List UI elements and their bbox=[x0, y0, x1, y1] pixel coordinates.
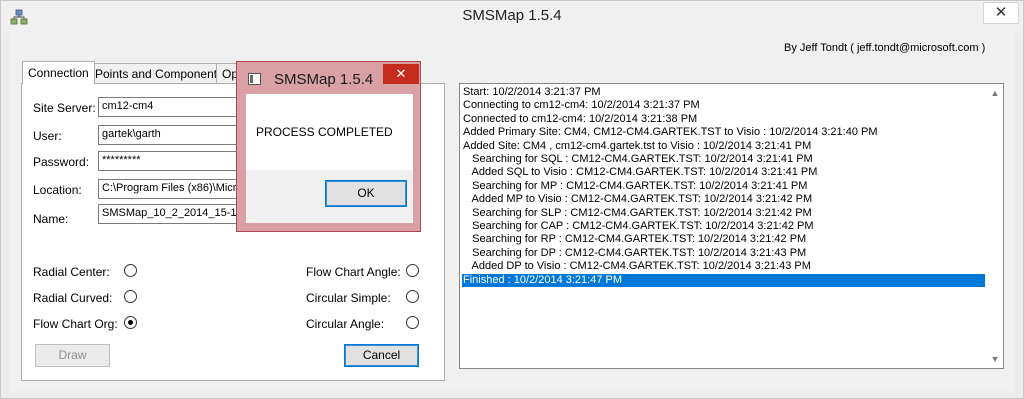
cancel-button[interactable]: Cancel bbox=[344, 344, 419, 367]
dialog-message: PROCESS COMPLETED bbox=[256, 125, 393, 139]
site-server-label: Site Server: bbox=[33, 101, 96, 115]
log-line[interactable]: Start: 10/2/2014 3:21:37 PM bbox=[462, 86, 985, 99]
author-byline: By Jeff Tondt ( jeff.tondt@microsoft.com… bbox=[784, 42, 986, 54]
flow-chart-angle-label: Flow Chart Angle: bbox=[306, 265, 401, 279]
radial-center-radio[interactable] bbox=[124, 264, 137, 277]
tab-label: Connection bbox=[28, 66, 89, 80]
circular-simple-label: Circular Simple: bbox=[306, 291, 391, 305]
close-icon: ✕ bbox=[994, 4, 1008, 21]
radial-curved-label: Radial Curved: bbox=[33, 291, 113, 305]
log-line[interactable]: Added SQL to Visio : CM12-CM4.GARTEK.TST… bbox=[462, 166, 985, 179]
log-line[interactable]: Searching for MP : CM12-CM4.GARTEK.TST: … bbox=[462, 180, 985, 193]
process-completed-dialog: SMSMap 1.5.4 ✕ PROCESS COMPLETED OK bbox=[236, 61, 421, 232]
flow-chart-org-label: Flow Chart Org: bbox=[33, 317, 118, 331]
log-line[interactable]: Searching for SQL : CM12-CM4.GARTEK.TST:… bbox=[462, 153, 985, 166]
log-line[interactable]: Added DP to Visio : CM12-CM4.GARTEK.TST:… bbox=[462, 260, 985, 273]
log-line[interactable]: Added Site: CM4 , cm12-cm4.gartek.tst to… bbox=[462, 140, 985, 153]
user-input[interactable]: gartek\garth bbox=[98, 125, 248, 145]
draw-button[interactable]: Draw bbox=[35, 344, 110, 367]
log-listbox[interactable]: Start: 10/2/2014 3:21:37 PM Connecting to… bbox=[459, 83, 1004, 369]
flow-chart-angle-radio[interactable] bbox=[406, 264, 419, 277]
radial-curved-radio[interactable] bbox=[124, 290, 137, 303]
window-close-button[interactable]: ✕ bbox=[983, 2, 1019, 24]
dialog-body: PROCESS COMPLETED bbox=[246, 94, 413, 170]
user-label: User: bbox=[33, 129, 62, 143]
close-icon: ✕ bbox=[395, 66, 407, 81]
circular-simple-radio[interactable] bbox=[406, 290, 419, 303]
log-line[interactable]: Added MP to Visio : CM12-CM4.GARTEK.TST:… bbox=[462, 193, 985, 206]
flow-chart-org-radio[interactable] bbox=[124, 316, 137, 329]
scroll-down-icon[interactable]: ▼ bbox=[988, 352, 1002, 366]
tab-points-and-components[interactable]: Points and Components bbox=[89, 63, 230, 83]
tab-connection[interactable]: Connection bbox=[22, 61, 95, 84]
scroll-up-icon[interactable]: ▲ bbox=[988, 86, 1002, 100]
log-line[interactable]: Searching for CAP : CM12-CM4.GARTEK.TST:… bbox=[462, 220, 985, 233]
tab-label: Points and Components bbox=[95, 67, 224, 81]
dialog-title: SMSMap 1.5.4 bbox=[274, 71, 374, 88]
circular-angle-radio[interactable] bbox=[406, 316, 419, 329]
log-line[interactable]: Finished : 10/2/2014 3:21:47 PM bbox=[462, 273, 985, 287]
radial-center-label: Radial Center: bbox=[33, 265, 110, 279]
site-server-input[interactable]: cm12-cm4 bbox=[98, 97, 248, 117]
dialog-close-button[interactable]: ✕ bbox=[383, 64, 419, 84]
log-line[interactable]: Connected to cm12-cm4: 10/2/2014 3:21:38… bbox=[462, 113, 985, 126]
password-label: Password: bbox=[33, 155, 90, 169]
log-line[interactable]: Added Primary Site: CM4, CM12-CM4.GARTEK… bbox=[462, 126, 985, 139]
circular-angle-label: Circular Angle: bbox=[306, 317, 385, 331]
main-window: SMSMap 1.5.4 ✕ By Jeff Tondt ( jeff.tond… bbox=[0, 0, 1024, 399]
title-bar[interactable]: SMSMap 1.5.4 ✕ bbox=[1, 1, 1023, 33]
log-line[interactable]: Searching for SLP : CM12-CM4.GARTEK.TST:… bbox=[462, 207, 985, 220]
location-label: Location: bbox=[33, 183, 82, 197]
ok-button[interactable]: OK bbox=[325, 180, 407, 207]
password-input[interactable]: ********* bbox=[98, 151, 248, 171]
log-line[interactable]: Searching for RP : CM12-CM4.GARTEK.TST: … bbox=[462, 233, 985, 246]
name-label: Name: bbox=[33, 212, 69, 226]
window-title: SMSMap 1.5.4 bbox=[462, 7, 562, 24]
log-line[interactable]: Searching for DP : CM12-CM4.GARTEK.TST: … bbox=[462, 247, 985, 260]
name-input[interactable]: SMSMap_10_2_2014_15-13 bbox=[98, 204, 248, 224]
radio-selected-dot bbox=[128, 320, 133, 325]
dialog-app-icon bbox=[248, 73, 261, 85]
location-input[interactable]: C:\Program Files (x86)\Micro bbox=[98, 179, 248, 199]
dialog-footer: OK bbox=[246, 170, 413, 223]
log-line[interactable]: Connecting to cm12-cm4: 10/2/2014 3:21:3… bbox=[462, 99, 985, 112]
